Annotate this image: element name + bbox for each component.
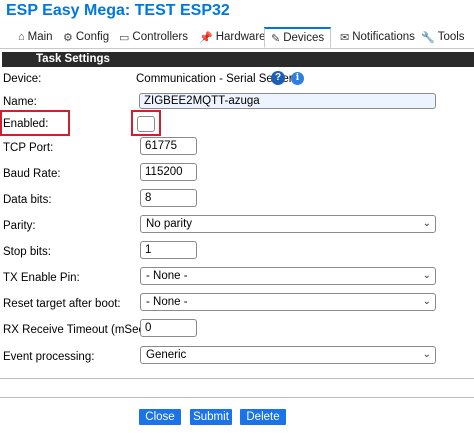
baud-rate-label: Baud Rate: <box>3 168 61 180</box>
rx-timeout-input[interactable] <box>140 319 197 337</box>
data-bits-label: Data bits: <box>3 194 52 206</box>
reset-target-label: Reset target after boot: <box>3 298 121 310</box>
chevron-down-icon: ⌄ <box>422 218 431 229</box>
device-label: Device: <box>3 73 42 85</box>
controller-icon: ▭ <box>119 31 130 44</box>
chevron-down-icon: ⌄ <box>422 349 431 360</box>
enabled-checkbox-highlight <box>131 110 161 136</box>
baud-rate-input[interactable] <box>140 163 197 181</box>
task-settings-header: Task Settings <box>2 52 474 67</box>
submit-button[interactable]: Submit <box>190 409 232 425</box>
tab-controllers[interactable]: ▭ Controllers <box>119 27 188 47</box>
delete-button[interactable]: Delete <box>240 409 286 425</box>
close-button[interactable]: Close <box>139 409 181 425</box>
chevron-down-icon: ⌄ <box>422 270 431 281</box>
tab-tools-label: Tools <box>437 31 465 43</box>
tab-notifications-label: Notifications <box>352 31 415 43</box>
tab-devices-label: Devices <box>283 32 325 44</box>
stop-bits-input[interactable] <box>140 241 197 259</box>
divider <box>0 378 474 379</box>
reset-target-select[interactable]: - None - ⌄ <box>140 293 436 311</box>
tab-bar: ⌂ Main ⚙ Config ▭ Controllers 📌 Hardware… <box>0 27 474 49</box>
pin-icon: 📌 <box>199 31 213 44</box>
info-icon[interactable]: i <box>291 72 304 85</box>
tab-devices[interactable]: ✎ Devices <box>264 27 332 48</box>
tab-config-label: Config <box>75 31 110 43</box>
tx-enable-pin-value: - None - <box>146 270 188 282</box>
tab-notifications[interactable]: ✉ Notifications <box>340 27 415 47</box>
parity-value: No parity <box>146 218 193 230</box>
event-processing-select[interactable]: Generic ⌄ <box>140 346 436 364</box>
tx-enable-pin-label: TX Enable Pin: <box>3 272 80 284</box>
divider <box>0 397 474 398</box>
name-input[interactable] <box>139 93 436 109</box>
tab-controllers-label: Controllers <box>132 31 189 43</box>
tab-main[interactable]: ⌂ Main <box>18 27 53 47</box>
chevron-down-icon: ⌄ <box>422 296 431 307</box>
wrench-icon: 🔧 <box>421 31 435 44</box>
data-bits-input[interactable] <box>140 189 197 207</box>
home-icon: ⌂ <box>18 31 25 43</box>
pencil-icon: ✎ <box>271 32 281 45</box>
tab-config[interactable]: ⚙ Config <box>63 27 109 47</box>
help-icon[interactable]: ? <box>271 71 285 85</box>
event-processing-value: Generic <box>146 349 187 361</box>
gear-icon: ⚙ <box>63 31 73 44</box>
parity-select[interactable]: No parity ⌄ <box>140 215 436 233</box>
tab-tools[interactable]: 🔧 Tools <box>421 27 465 47</box>
page-title: ESP Easy Mega: TEST ESP32 <box>6 2 230 19</box>
reset-target-value: - None - <box>146 296 188 308</box>
event-processing-label: Event processing: <box>3 351 95 363</box>
tab-main-label: Main <box>27 31 53 43</box>
tab-hardware[interactable]: 📌 Hardware <box>199 27 266 47</box>
envelope-icon: ✉ <box>340 31 350 44</box>
enabled-label-highlight <box>0 110 70 136</box>
stop-bits-label: Stop bits: <box>3 246 51 258</box>
tx-enable-pin-select[interactable]: - None - ⌄ <box>140 267 436 285</box>
parity-label: Parity: <box>3 220 36 232</box>
device-value: Communication - Serial Server <box>136 73 293 85</box>
name-label: Name: <box>3 96 37 108</box>
tcp-port-label: TCP Port: <box>3 142 54 154</box>
rx-timeout-label: RX Receive Timeout (mSec): <box>3 324 152 336</box>
tcp-port-input[interactable] <box>140 137 197 155</box>
tab-hardware-label: Hardware <box>215 31 266 43</box>
